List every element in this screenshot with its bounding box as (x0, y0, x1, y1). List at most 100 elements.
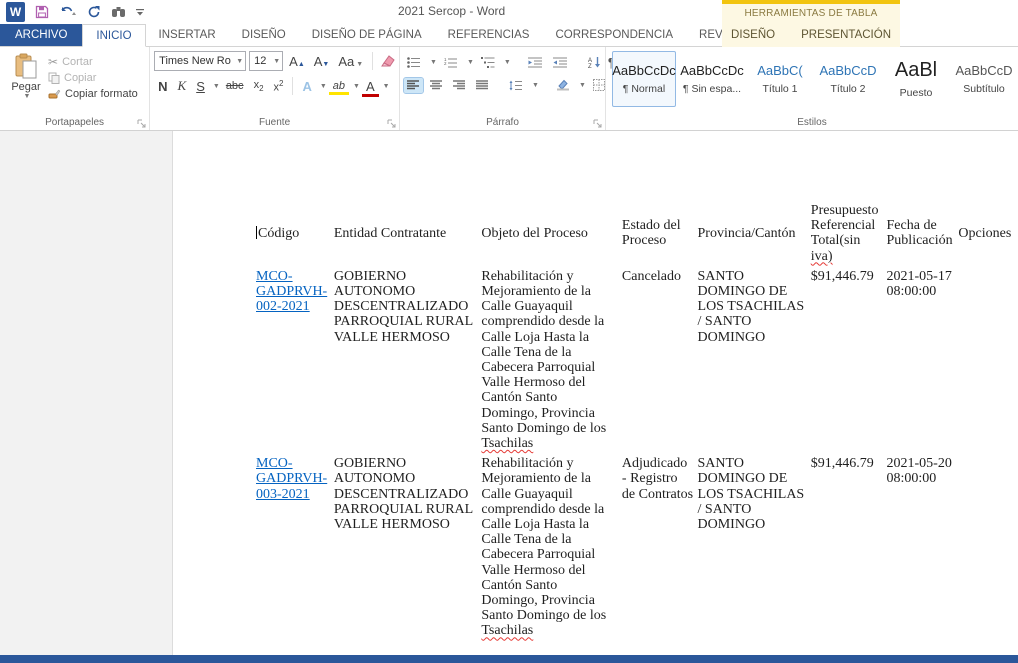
svg-text:Z: Z (588, 64, 592, 68)
table-tools-header: HERRAMIENTAS DE TABLA (722, 0, 900, 24)
paragraph-group-label: Párrafo (400, 117, 605, 128)
word-logo-icon: W (6, 2, 25, 22)
highlight-color-icon[interactable]: ab (329, 80, 349, 92)
clipboard-group-label: Portapapeles (0, 117, 149, 128)
style-puesto[interactable]: AaBl Puesto (884, 51, 948, 107)
clipboard-dialog-launcher-icon[interactable] (137, 119, 146, 128)
customize-qat-icon[interactable] (136, 2, 144, 22)
format-painter-button[interactable]: Copiar formato (48, 87, 138, 100)
strikethrough-button[interactable]: abc (222, 80, 248, 92)
cell-fecha: 2021-05-20 08:00:00 (887, 451, 959, 638)
tab-inicio[interactable]: INICIO (82, 24, 145, 47)
tab-table-diseno[interactable]: DISEÑO (718, 24, 788, 47)
bullets-icon[interactable] (404, 55, 424, 70)
justify-button[interactable] (473, 78, 492, 93)
svg-text:2: 2 (444, 61, 447, 66)
tab-correspondencia[interactable]: CORRESPONDENCIA (542, 24, 686, 46)
font-dialog-launcher-icon[interactable] (387, 119, 396, 128)
superscript-button[interactable]: x2 (270, 79, 288, 94)
align-right-button[interactable] (450, 78, 469, 93)
increase-indent-icon[interactable] (550, 55, 571, 70)
cell-opciones (958, 451, 1018, 638)
font-group-label: Fuente (150, 117, 399, 128)
process-link[interactable]: MCO-GADPRVH-003-2021 (256, 456, 327, 501)
undo-icon[interactable] (59, 2, 77, 22)
window-title: 2021 Sercop - Word (398, 4, 505, 18)
text-effects-icon[interactable]: A (298, 79, 315, 94)
style-sin-espaciado[interactable]: AaBbCcDc ¶ Sin espa... (680, 51, 744, 107)
paste-label: Pegar (11, 81, 40, 93)
paste-button[interactable]: Pegar ▼ (4, 51, 48, 114)
font-size-combobox[interactable]: 12 ▼ (249, 51, 283, 71)
status-bar (0, 655, 1018, 663)
underline-button[interactable]: S (192, 79, 209, 94)
paragraph-dialog-launcher-icon[interactable] (593, 119, 602, 128)
change-case-button[interactable]: Aa▼ (335, 54, 366, 69)
shrink-font-button[interactable]: A▼ (311, 54, 333, 69)
decrease-indent-icon[interactable] (525, 55, 546, 70)
font-size-value: 12 (254, 55, 266, 67)
styles-group-label: Estilos (606, 117, 1018, 128)
text-cursor (256, 226, 257, 239)
title-bar: W 2021 Sercop - Word HERRAMIENTAS DE TAB… (0, 0, 1018, 24)
cell-objeto: Rehabilitación y Mejoramiento de la Call… (481, 264, 622, 451)
misspelled-word: iva) (811, 249, 833, 264)
bold-button[interactable]: N (154, 79, 171, 94)
shading-icon[interactable] (553, 77, 573, 93)
table-header-row: Código Entidad Contratante Objeto del Pr… (256, 203, 1018, 264)
cell-objeto: Rehabilitación y Mejoramiento de la Call… (481, 451, 622, 638)
group-portapapeles: Pegar ▼ ✂ Cortar Copiar Copiar formato P… (0, 47, 150, 130)
sort-icon[interactable]: AZ (585, 54, 604, 70)
format-painter-label: Copiar formato (65, 88, 138, 100)
font-size-dropdown-icon: ▼ (273, 58, 280, 65)
tab-diseno-de-pagina[interactable]: DISEÑO DE PÁGINA (299, 24, 435, 46)
font-name-dropdown-icon: ▼ (236, 58, 243, 65)
document-page[interactable]: Código Entidad Contratante Objeto del Pr… (172, 131, 1018, 655)
header-entidad: Entidad Contratante (334, 203, 482, 264)
ribbon-tab-row: ARCHIVO INICIO INSERTAR DISEÑO DISEÑO DE… (0, 24, 1018, 47)
paste-dropdown-icon[interactable]: ▼ (24, 93, 31, 100)
tab-diseno[interactable]: DISEÑO (229, 24, 299, 46)
subscript-button[interactable]: x2 (250, 79, 268, 93)
numbering-icon[interactable]: 12 (441, 55, 461, 70)
cell-codigo: MCO-GADPRVH-002-2021 (256, 264, 334, 451)
tab-insertar[interactable]: INSERTAR (146, 24, 229, 46)
header-objeto: Objeto del Proceso (481, 203, 622, 264)
misspelled-word: Tsachilas (481, 436, 533, 451)
style-titulo-2[interactable]: AaBbCcD Título 2 (816, 51, 880, 107)
cell-estado: Cancelado (622, 264, 698, 451)
style-normal[interactable]: AaBbCcDc ¶ Normal (612, 51, 676, 107)
tab-referencias[interactable]: REFERENCIAS (435, 24, 543, 46)
font-color-icon[interactable]: A (362, 79, 379, 94)
table-row: MCO-GADPRVH-003-2021 GOBIERNO AUTONOMO D… (256, 451, 1018, 638)
line-spacing-icon[interactable] (506, 78, 526, 93)
italic-button[interactable]: K (174, 78, 191, 94)
header-presupuesto: Presupuesto Referencial Total(sin iva) (811, 203, 887, 264)
grow-font-button[interactable]: A▲ (286, 54, 308, 69)
save-icon[interactable] (35, 2, 49, 22)
ribbon: Pegar ▼ ✂ Cortar Copiar Copiar formato P… (0, 47, 1018, 131)
copy-button[interactable]: Copiar (48, 72, 138, 84)
underline-dropdown-icon[interactable]: ▼ (213, 83, 220, 90)
style-titulo-1[interactable]: AaBbC( Título 1 (748, 51, 812, 107)
font-name-combobox[interactable]: Times New Ro ▼ (154, 51, 246, 71)
copy-icon (48, 72, 60, 84)
clear-formatting-eraser-icon[interactable] (379, 54, 395, 68)
align-left-button[interactable] (404, 78, 423, 93)
header-fecha: Fecha de Publicación (887, 203, 959, 264)
redo-icon[interactable] (87, 2, 101, 22)
cell-codigo: MCO-GADPRVH-003-2021 (256, 451, 334, 638)
find-icon[interactable] (111, 2, 126, 22)
header-provincia: Provincia/Cantón (698, 203, 811, 264)
style-subtitulo[interactable]: AaBbCcD Subtítulo (952, 51, 1016, 107)
tab-table-presentacion[interactable]: PRESENTACIÓN (788, 24, 904, 47)
clipboard-icon (14, 53, 38, 79)
process-link[interactable]: MCO-GADPRVH-002-2021 (256, 269, 327, 314)
misspelled-word: Tsachilas (481, 623, 533, 638)
cut-button[interactable]: ✂ Cortar (48, 55, 138, 69)
align-center-button[interactable] (427, 78, 446, 93)
format-painter-icon (48, 87, 61, 100)
tab-archivo[interactable]: ARCHIVO (0, 24, 82, 46)
cell-presupuesto: $91,446.79 (811, 451, 887, 638)
multilevel-list-icon[interactable] (478, 55, 498, 70)
